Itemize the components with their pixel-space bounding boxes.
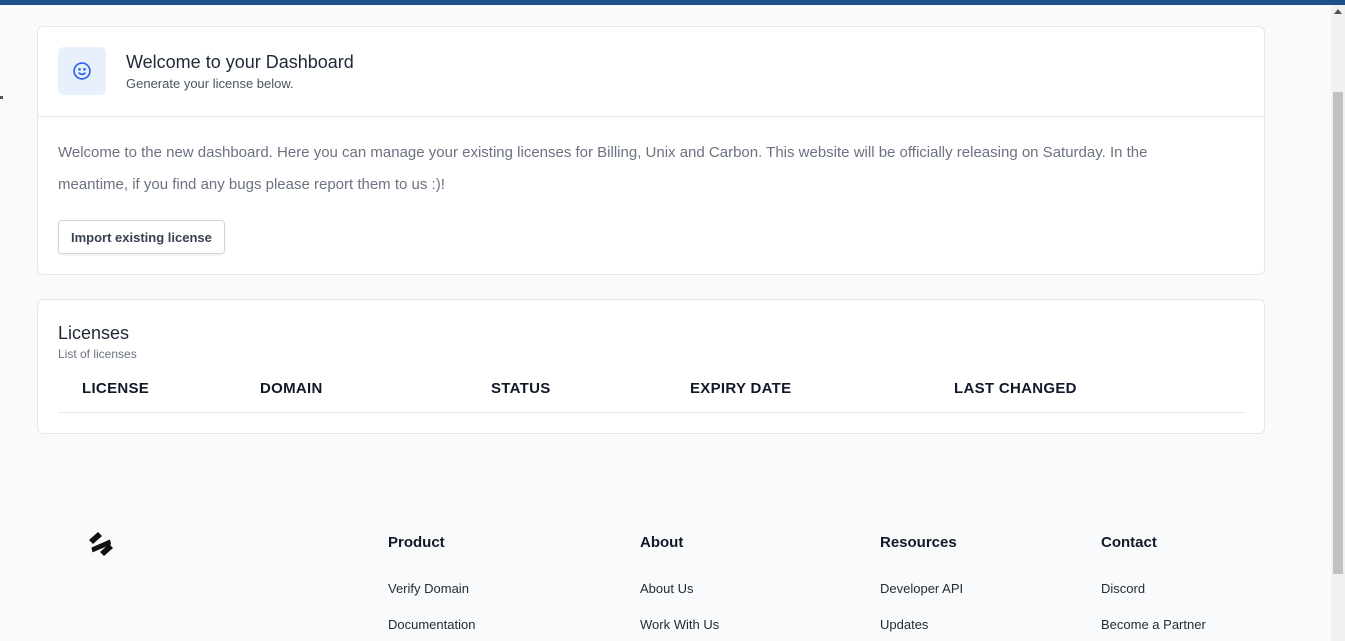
footer-link-work-with-us[interactable]: Work With Us [640, 617, 719, 632]
licenses-subtitle: List of licenses [58, 347, 137, 361]
footer-heading-contact: Contact [1101, 534, 1157, 551]
footer-link-updates[interactable]: Updates [880, 617, 928, 632]
footer-heading-resources: Resources [880, 534, 957, 551]
footer-link-discord[interactable]: Discord [1101, 581, 1145, 596]
licenses-title: Licenses [58, 323, 130, 343]
footer-link-documentation[interactable]: Documentation [388, 617, 475, 632]
smiley-icon [73, 62, 91, 80]
column-header-status[interactable]: STATUS [491, 380, 551, 397]
import-license-button[interactable]: Import existing license [58, 220, 225, 254]
welcome-card-header: Welcome to your Dashboard Generate your … [38, 27, 1264, 117]
footer-link-become-a-partner[interactable]: Become a Partner [1101, 617, 1206, 632]
footer-heading-product: Product [388, 534, 445, 551]
welcome-subtitle: Generate your license below. [126, 76, 294, 91]
cursor-artifact [0, 96, 3, 99]
column-header-license[interactable]: LICENSE [82, 380, 149, 397]
top-accent-bar [0, 0, 1345, 5]
welcome-message: Welcome to the new dashboard. Here you c… [58, 144, 1148, 193]
welcome-title: Welcome to your Dashboard [126, 52, 354, 72]
brand-logo-icon[interactable] [87, 531, 115, 557]
footer-link-about-us[interactable]: About Us [640, 581, 693, 596]
licenses-card: Licenses List of licenses LICENSE DOMAIN… [37, 299, 1265, 434]
column-header-domain[interactable]: DOMAIN [260, 380, 323, 397]
column-header-last-changed[interactable]: LAST CHANGED [954, 380, 1077, 397]
footer-link-developer-api[interactable]: Developer API [880, 581, 963, 596]
smiley-icon-container [58, 47, 106, 95]
welcome-card: Welcome to your Dashboard Generate your … [37, 26, 1265, 275]
column-header-expiry-date[interactable]: EXPIRY DATE [690, 380, 791, 397]
scroll-up-icon[interactable] [1334, 9, 1342, 14]
footer-heading-about: About [640, 534, 684, 551]
licenses-table-header: LICENSE DOMAIN STATUS EXPIRY DATE LAST C… [58, 372, 1244, 413]
page-scrollbar-thumb[interactable] [1333, 92, 1343, 574]
footer-link-verify-domain[interactable]: Verify Domain [388, 581, 469, 596]
